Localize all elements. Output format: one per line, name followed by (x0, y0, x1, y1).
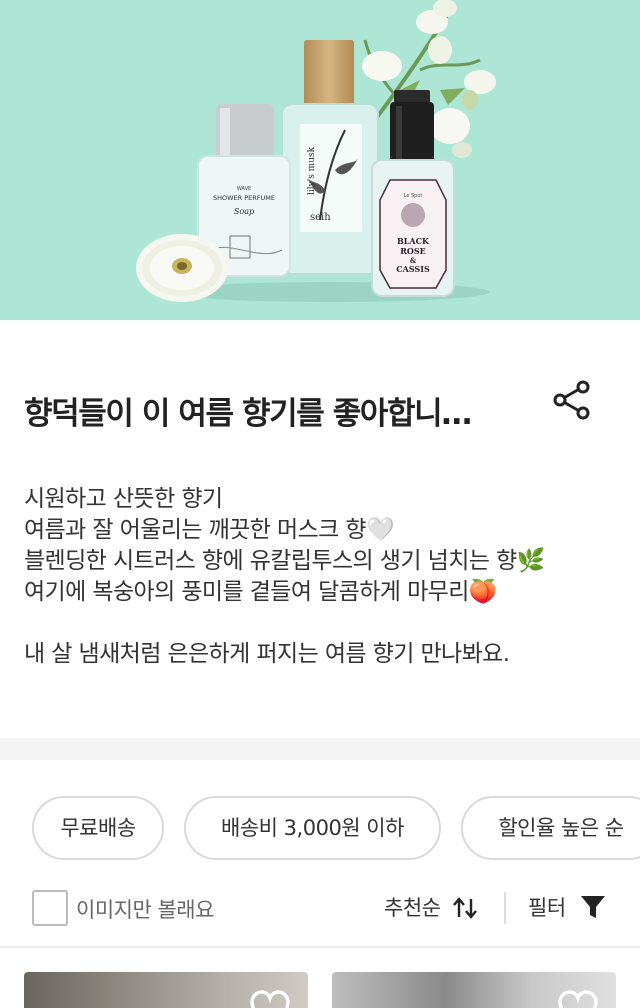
sort-button[interactable]: 추천순 (384, 892, 477, 924)
hero-banner: lily's musk seih WAVE SHOWER PERFUME Soa… (0, 0, 640, 320)
lily-musk-bottle-illustration: lily's musk seih (281, 40, 379, 275)
share-icon (553, 380, 590, 420)
product-card[interactable] (332, 972, 616, 1008)
funnel-icon (581, 896, 605, 918)
page-title: 향덕들이 이 여름 향기를 좋아합니… (24, 396, 472, 432)
heart-icon[interactable] (558, 990, 598, 1008)
svg-text:BLACK: BLACK (397, 236, 430, 246)
filter-label: 필터 (528, 896, 566, 920)
hero-illustration: lily's musk seih WAVE SHOWER PERFUME Soa… (136, 0, 496, 302)
toolbar-divider (0, 946, 640, 948)
heart-icon[interactable] (250, 990, 290, 1008)
description-closing: 내 살 냄새처럼 은은하게 퍼지는 여름 향기 만나봐요. (24, 641, 510, 667)
image-only-checkbox[interactable] (32, 890, 68, 926)
collection-description: 시원하고 산뜻한 향기 여름과 잘 어울리는 깨끗한 머스크 향🤍 블렌딩한 시… (24, 484, 624, 670)
svg-text:lily's musk: lily's musk (307, 146, 317, 195)
sort-label: 추천순 (384, 896, 441, 920)
filter-button[interactable]: 필터 (528, 892, 605, 924)
svg-text:WAVE: WAVE (237, 186, 251, 192)
svg-text:Soap: Soap (234, 207, 254, 216)
product-card[interactable] (24, 972, 308, 1008)
share-button[interactable] (552, 380, 592, 420)
section-divider (0, 738, 640, 760)
chip-highest-discount[interactable]: 할인율 높은 순 (461, 796, 640, 860)
svg-text:SHOWER PERFUME: SHOWER PERFUME (213, 194, 275, 202)
sort-arrows-icon (453, 897, 477, 919)
chip-shipping-under-3000[interactable]: 배송비 3,000원 이하 (184, 796, 441, 860)
image-only-label[interactable]: 이미지만 볼래요 (76, 894, 214, 924)
list-toolbar: 이미지만 볼래요 추천순 필터 (0, 884, 640, 932)
svg-text:CASSIS: CASSIS (396, 264, 430, 274)
collection-header: 향덕들이 이 여름 향기를 좋아합니… (0, 320, 640, 470)
svg-text:ROSE: ROSE (400, 246, 426, 256)
description-line: 시원하고 산뜻한 향기 (24, 486, 223, 512)
toolbar-separator (504, 892, 506, 924)
description-line: 여기에 복숭아의 풍미를 곁들여 달콤하게 마무리🍑 (24, 579, 497, 605)
daisy-flower-illustration (136, 234, 228, 302)
description-line: 여름과 잘 어울리는 깨끗한 머스크 향🤍 (24, 517, 395, 543)
description-line: 블렌딩한 시트러스 향에 유칼립투스의 생기 넘치는 향🌿 (24, 548, 545, 574)
svg-text:Le Spot: Le Spot (404, 193, 423, 199)
chip-free-shipping[interactable]: 무료배송 (32, 796, 164, 860)
svg-text:seih: seih (310, 212, 331, 223)
